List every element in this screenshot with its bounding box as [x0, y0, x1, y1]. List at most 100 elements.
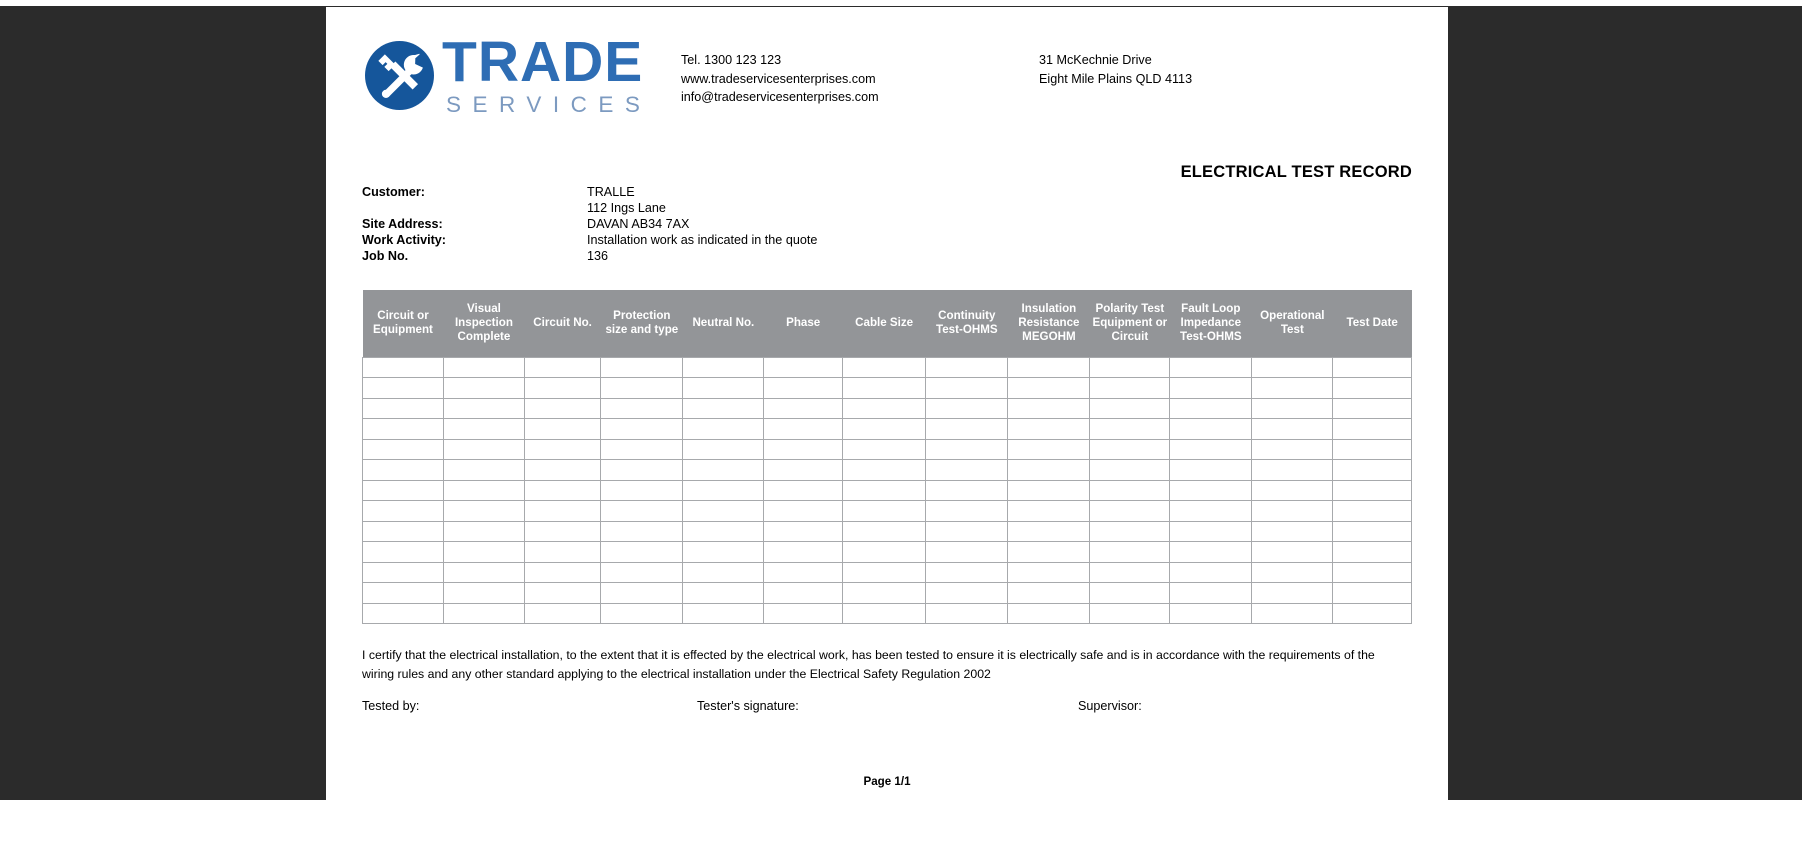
- table-cell[interactable]: [1169, 377, 1253, 399]
- table-cell[interactable]: [442, 459, 525, 481]
- table-cell[interactable]: [925, 602, 1009, 624]
- table-cell[interactable]: [1169, 520, 1253, 542]
- table-cell[interactable]: [362, 520, 444, 542]
- table-cell[interactable]: [763, 356, 844, 378]
- table-cell[interactable]: [442, 561, 525, 583]
- table-cell[interactable]: [1089, 561, 1171, 583]
- table-cell[interactable]: [1169, 582, 1253, 604]
- table-cell[interactable]: [842, 582, 927, 604]
- table-cell[interactable]: [1089, 582, 1171, 604]
- table-cell[interactable]: [1089, 438, 1171, 460]
- table-cell[interactable]: [362, 500, 444, 522]
- table-cell[interactable]: [523, 356, 602, 378]
- table-cell[interactable]: [925, 397, 1009, 419]
- table-cell[interactable]: [842, 459, 927, 481]
- table-cell[interactable]: [442, 356, 525, 378]
- table-cell[interactable]: [763, 561, 844, 583]
- table-cell[interactable]: [842, 438, 927, 460]
- table-cell[interactable]: [442, 377, 525, 399]
- table-cell[interactable]: [1169, 479, 1253, 501]
- table-cell[interactable]: [523, 418, 602, 440]
- table-cell[interactable]: [523, 479, 602, 501]
- table-cell[interactable]: [362, 561, 444, 583]
- table-cell[interactable]: [763, 397, 844, 419]
- table-cell[interactable]: [523, 561, 602, 583]
- table-cell[interactable]: [763, 438, 844, 460]
- table-cell[interactable]: [1169, 541, 1253, 563]
- table-cell[interactable]: [523, 520, 602, 542]
- table-cell[interactable]: [925, 377, 1009, 399]
- table-cell[interactable]: [442, 582, 525, 604]
- table-cell[interactable]: [842, 397, 927, 419]
- table-cell[interactable]: [600, 438, 684, 460]
- table-cell[interactable]: [842, 561, 927, 583]
- table-cell[interactable]: [925, 418, 1009, 440]
- table-cell[interactable]: [842, 479, 927, 501]
- table-cell[interactable]: [1251, 541, 1334, 563]
- table-cell[interactable]: [523, 541, 602, 563]
- table-cell[interactable]: [1251, 418, 1334, 440]
- table-cell[interactable]: [1332, 377, 1412, 399]
- table-cell[interactable]: [1251, 500, 1334, 522]
- table-cell[interactable]: [1332, 500, 1412, 522]
- table-cell[interactable]: [682, 459, 765, 481]
- table-cell[interactable]: [925, 356, 1009, 378]
- table-cell[interactable]: [362, 356, 444, 378]
- table-cell[interactable]: [763, 479, 844, 501]
- table-cell[interactable]: [1089, 500, 1171, 522]
- table-cell[interactable]: [1169, 397, 1253, 419]
- table-cell[interactable]: [925, 520, 1009, 542]
- table-cell[interactable]: [1007, 356, 1091, 378]
- table-cell[interactable]: [1332, 356, 1412, 378]
- table-cell[interactable]: [1007, 438, 1091, 460]
- table-cell[interactable]: [362, 438, 444, 460]
- table-cell[interactable]: [925, 438, 1009, 460]
- table-cell[interactable]: [600, 397, 684, 419]
- table-cell[interactable]: [1251, 479, 1334, 501]
- table-cell[interactable]: [442, 602, 525, 624]
- table-cell[interactable]: [1007, 520, 1091, 542]
- table-cell[interactable]: [763, 418, 844, 440]
- table-cell[interactable]: [1089, 377, 1171, 399]
- table-cell[interactable]: [523, 459, 602, 481]
- table-cell[interactable]: [362, 582, 444, 604]
- table-cell[interactable]: [1332, 602, 1412, 624]
- table-cell[interactable]: [362, 459, 444, 481]
- table-cell[interactable]: [600, 602, 684, 624]
- table-cell[interactable]: [1169, 418, 1253, 440]
- table-cell[interactable]: [1007, 582, 1091, 604]
- table-cell[interactable]: [682, 541, 765, 563]
- table-cell[interactable]: [1089, 459, 1171, 481]
- table-cell[interactable]: [1251, 602, 1334, 624]
- table-cell[interactable]: [763, 377, 844, 399]
- table-cell[interactable]: [1089, 479, 1171, 501]
- table-cell[interactable]: [362, 377, 444, 399]
- table-cell[interactable]: [362, 479, 444, 501]
- table-cell[interactable]: [1251, 438, 1334, 460]
- table-cell[interactable]: [442, 520, 525, 542]
- table-cell[interactable]: [1332, 520, 1412, 542]
- table-cell[interactable]: [682, 397, 765, 419]
- table-cell[interactable]: [1332, 438, 1412, 460]
- table-cell[interactable]: [1169, 438, 1253, 460]
- table-cell[interactable]: [1169, 459, 1253, 481]
- table-cell[interactable]: [600, 356, 684, 378]
- table-cell[interactable]: [442, 541, 525, 563]
- table-cell[interactable]: [1332, 418, 1412, 440]
- table-cell[interactable]: [362, 418, 444, 440]
- table-cell[interactable]: [1007, 418, 1091, 440]
- table-cell[interactable]: [1007, 602, 1091, 624]
- table-cell[interactable]: [763, 541, 844, 563]
- table-cell[interactable]: [523, 377, 602, 399]
- table-cell[interactable]: [842, 356, 927, 378]
- table-cell[interactable]: [1332, 541, 1412, 563]
- table-cell[interactable]: [925, 479, 1009, 501]
- table-cell[interactable]: [682, 356, 765, 378]
- table-cell[interactable]: [600, 377, 684, 399]
- table-cell[interactable]: [763, 602, 844, 624]
- table-cell[interactable]: [1251, 377, 1334, 399]
- table-cell[interactable]: [1169, 561, 1253, 583]
- table-cell[interactable]: [1007, 397, 1091, 419]
- table-cell[interactable]: [1089, 541, 1171, 563]
- table-cell[interactable]: [362, 541, 444, 563]
